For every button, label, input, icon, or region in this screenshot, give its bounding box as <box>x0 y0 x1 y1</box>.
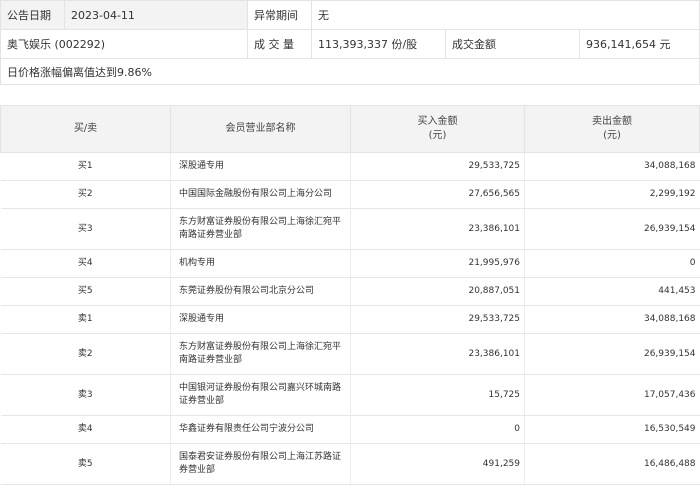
row-buy-amount: 23,386,101 <box>350 208 525 250</box>
row-dept: 深股通专用 <box>170 152 351 181</box>
row-side: 买1 <box>0 152 171 181</box>
row-dept: 中国国际金融股份有限公司上海分公司 <box>170 180 351 209</box>
row-side: 卖4 <box>0 415 171 444</box>
row-buy-amount: 491,259 <box>350 443 525 485</box>
row-buy-amount: 27,656,565 <box>350 180 525 209</box>
broker-trade-table: 买/卖 会员营业部名称 买入金额 (元) 卖出金额 (元) 买1 深股通专用 29,… <box>0 105 700 485</box>
row-buy-amount: 29,533,725 <box>350 152 525 181</box>
row-buy-amount: 21,995,976 <box>350 249 525 278</box>
reason-text: 日价格涨幅偏离值达到9.86% <box>0 58 700 85</box>
row-dept: 东方财富证券股份有限公司上海徐汇宛平南路证券营业部 <box>170 333 351 375</box>
table-row: 卖2 东方财富证券股份有限公司上海徐汇宛平南路证券营业部 23,386,101 26,… <box>0 333 700 375</box>
table-row: 买3 东方财富证券股份有限公司上海徐汇宛平南路证券营业部 23,386,101 26,… <box>0 208 700 250</box>
row-buy-amount: 29,533,725 <box>350 305 525 334</box>
row-buy-amount: 15,725 <box>350 374 525 416</box>
row-sell-amount: 34,088,168 <box>524 152 700 181</box>
table-row: 买4 机构专用 21,995,976 0 <box>0 249 700 278</box>
date-value: 2023-04-11 <box>64 0 248 30</box>
amount-label: 成交金额 <box>445 29 580 59</box>
table-header-row: 买/卖 会员营业部名称 买入金额 (元) 卖出金额 (元) <box>0 105 700 153</box>
row-sell-amount: 441,453 <box>524 277 700 306</box>
row-sell-amount: 2,299,192 <box>524 180 700 209</box>
row-side: 卖1 <box>0 305 171 334</box>
row-sell-amount: 16,486,488 <box>524 443 700 485</box>
row-dept: 机构专用 <box>170 249 351 278</box>
period-label: 异常期间 <box>247 0 312 30</box>
row-sell-amount: 0 <box>524 249 700 278</box>
row-dept: 东方财富证券股份有限公司上海徐汇宛平南路证券营业部 <box>170 208 351 250</box>
row-side: 卖3 <box>0 374 171 416</box>
header-sell: 卖出金额 (元) <box>524 105 700 153</box>
row-buy-amount: 23,386,101 <box>350 333 525 375</box>
row-side: 买4 <box>0 249 171 278</box>
row-dept: 中国银河证券股份有限公司嘉兴环城南路证券营业部 <box>170 374 351 416</box>
table-row: 卖4 华鑫证券有限责任公司宁波分公司 0 16,530,549 <box>0 415 700 444</box>
info-row-trade: 奥飞娱乐 (002292) 成 交 量 113,393,337 份/股 成交金额… <box>0 29 700 59</box>
row-buy-amount: 0 <box>350 415 525 444</box>
row-side: 买2 <box>0 180 171 209</box>
row-side: 卖2 <box>0 333 171 375</box>
row-side: 买5 <box>0 277 171 306</box>
table-row: 买1 深股通专用 29,533,725 34,088,168 <box>0 152 700 181</box>
table-row: 买2 中国国际金融股份有限公司上海分公司 27,656,565 2,299,192 <box>0 180 700 209</box>
row-sell-amount: 17,057,436 <box>524 374 700 416</box>
header-buy: 买入金额 (元) <box>350 105 525 153</box>
row-dept: 华鑫证券有限责任公司宁波分公司 <box>170 415 351 444</box>
date-label: 公告日期 <box>0 0 65 30</box>
volume-value: 113,393,337 份/股 <box>311 29 446 59</box>
table-row: 卖1 深股通专用 29,533,725 34,088,168 <box>0 305 700 334</box>
row-sell-amount: 26,939,154 <box>524 208 700 250</box>
row-dept: 东莞证券股份有限公司北京分公司 <box>170 277 351 306</box>
row-buy-amount: 20,887,051 <box>350 277 525 306</box>
row-sell-amount: 34,088,168 <box>524 305 700 334</box>
info-row-reason: 日价格涨幅偏离值达到9.86% <box>0 58 700 85</box>
announcement-info-table: 公告日期 2023-04-11 异常期间 无 奥飞娱乐 (002292) 成 交… <box>0 0 700 85</box>
header-side: 买/卖 <box>0 105 171 153</box>
header-dept: 会员营业部名称 <box>170 105 351 153</box>
row-sell-amount: 26,939,154 <box>524 333 700 375</box>
volume-label: 成 交 量 <box>247 29 312 59</box>
row-dept: 国泰君安证券股份有限公司上海江苏路证券营业部 <box>170 443 351 485</box>
period-value: 无 <box>311 0 700 30</box>
row-side: 卖5 <box>0 443 171 485</box>
row-side: 买3 <box>0 208 171 250</box>
amount-value: 936,141,654 元 <box>579 29 700 59</box>
table-row: 卖3 中国银河证券股份有限公司嘉兴环城南路证券营业部 15,725 17,057,43… <box>0 374 700 416</box>
stock-name: 奥飞娱乐 (002292) <box>0 29 248 59</box>
row-dept: 深股通专用 <box>170 305 351 334</box>
table-row: 买5 东莞证券股份有限公司北京分公司 20,887,051 441,453 <box>0 277 700 306</box>
info-row-date: 公告日期 2023-04-11 异常期间 无 <box>0 0 700 30</box>
table-row: 卖5 国泰君安证券股份有限公司上海江苏路证券营业部 491,259 16,486,48… <box>0 443 700 485</box>
row-sell-amount: 16,530,549 <box>524 415 700 444</box>
